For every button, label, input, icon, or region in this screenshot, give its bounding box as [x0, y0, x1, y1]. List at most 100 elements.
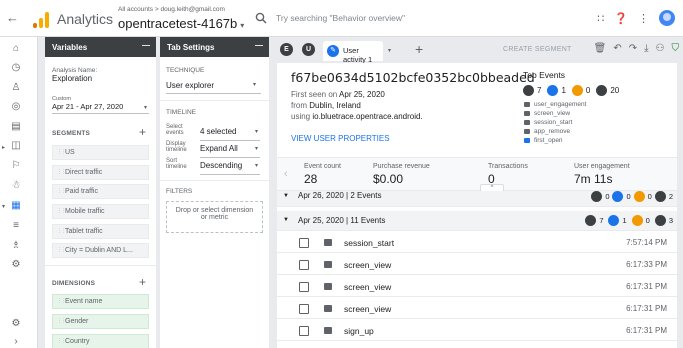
- conversions-icon[interactable]: ◫: [9, 139, 23, 153]
- apps-grid-icon[interactable]: ∷: [597, 12, 604, 25]
- select-events-value[interactable]: 4 selected ▾: [200, 127, 260, 141]
- flag-icon[interactable]: ⚐: [9, 159, 23, 173]
- group-row[interactable]: ▼ Apr 25, 2020 | 11 Events 7 1 0 3: [277, 211, 677, 231]
- event-name: screen_view: [344, 304, 392, 314]
- tab-user-activity[interactable]: ✎ User activity 1 ▾: [323, 41, 391, 64]
- dimension-chip[interactable]: Event name: [52, 294, 149, 309]
- expand-triangle-icon[interactable]: ▼: [283, 217, 289, 223]
- more-vert-icon[interactable]: ⋮: [638, 12, 649, 25]
- group-row[interactable]: ▼ Apr 26, 2020 | 2 Events 0 0 0 2: [277, 191, 677, 207]
- warning-icon: [631, 215, 643, 226]
- event-name: session_start: [344, 238, 395, 248]
- date-range-selector[interactable]: Custom Apr 21 - Apr 27, 2020 ▾: [52, 96, 149, 114]
- event-row[interactable]: session_start 7:57:14 PM: [277, 233, 677, 253]
- event-row[interactable]: screen_view 6:17:31 PM: [277, 277, 677, 297]
- people-icon[interactable]: ♗: [9, 239, 23, 253]
- property-name: opentracetest-4167b: [118, 16, 238, 31]
- user-info: First seen on Apr 25, 2020 from Dublin, …: [291, 89, 423, 122]
- event-row[interactable]: sign_up 6:17:31 PM: [277, 321, 677, 341]
- add-tab-button[interactable]: +: [415, 41, 423, 57]
- segment-e-badge[interactable]: E: [280, 43, 293, 56]
- count-screen: 20: [610, 86, 620, 95]
- segment-chip[interactable]: Direct traffic: [52, 165, 149, 180]
- list-icon[interactable]: ≡: [9, 219, 23, 233]
- help-icon[interactable]: ❓: [614, 12, 628, 25]
- metric-label: User engagement: [574, 163, 630, 170]
- share-icon[interactable]: ⚇: [656, 43, 665, 54]
- select-events-row[interactable]: Select events 4 selected ▾: [166, 124, 263, 141]
- download-icon[interactable]: ⤓: [644, 43, 648, 54]
- metrics-strip: ‹ Event count 28 Purchase revenue $0.00 Tr…: [277, 157, 677, 193]
- event-row[interactable]: screen_view 6:17:33 PM: [277, 255, 677, 275]
- avatar[interactable]: [659, 10, 675, 26]
- undo-icon[interactable]: ↶: [613, 43, 621, 54]
- configure-icon[interactable]: ⚙: [9, 258, 23, 272]
- realtime-clock-icon[interactable]: ◷: [9, 61, 23, 75]
- search-icon[interactable]: [255, 12, 267, 24]
- minimize-icon[interactable]: —: [142, 41, 150, 50]
- dimension-chip[interactable]: Country: [52, 334, 149, 348]
- property-selector[interactable]: opentracetest-4167b ▾: [118, 16, 244, 31]
- redo-icon[interactable]: ↷: [629, 43, 637, 54]
- chevron-down-icon[interactable]: ▾: [388, 47, 391, 54]
- display-timeline-row[interactable]: Display timeline Expand All ▾: [166, 141, 263, 158]
- analysis-name[interactable]: Analysis Name: Exploration: [52, 67, 97, 83]
- acquisition-icon[interactable]: ◎: [9, 100, 23, 114]
- row-checkbox[interactable]: [299, 304, 309, 314]
- group-counts: 7 1 0 3: [585, 215, 673, 226]
- event-time: 6:17:31 PM: [626, 282, 667, 291]
- expand-arrow-icon[interactable]: ▸: [2, 144, 5, 151]
- display-timeline-value[interactable]: Expand All ▾: [200, 144, 260, 158]
- segments-header: SEGMENTS: [52, 130, 91, 137]
- row-checkbox[interactable]: [299, 326, 309, 336]
- variables-title: Variables: [52, 43, 88, 52]
- settings-gear-icon[interactable]: ⚙: [9, 317, 23, 331]
- search-input[interactable]: Try searching "Behavior overview": [276, 13, 405, 23]
- segment-chip[interactable]: Paid traffic: [52, 184, 149, 199]
- chevron-down-icon: ▾: [254, 146, 258, 152]
- delete-icon[interactable]: 🗑: [594, 43, 607, 54]
- minimize-icon[interactable]: —: [255, 41, 263, 50]
- chevron-left-icon[interactable]: ‹: [284, 168, 288, 180]
- segment-chip[interactable]: Tablet traffic: [52, 224, 149, 239]
- row-checkbox[interactable]: [299, 238, 309, 248]
- account-breadcrumb[interactable]: All accounts > doug.leith@gmail.com: [118, 6, 225, 13]
- group-title: Apr 25, 2020 | 11 Events: [298, 216, 386, 225]
- sort-timeline-row[interactable]: Sort timeline Descending ▾: [166, 158, 263, 175]
- back-arrow-icon[interactable]: ←: [6, 10, 19, 25]
- behavior-icon[interactable]: ▤: [9, 120, 23, 134]
- expand-triangle-icon[interactable]: ▼: [283, 193, 289, 199]
- sort-timeline-text: Descending: [200, 161, 243, 170]
- technique-select[interactable]: User explorer ▾: [166, 78, 261, 94]
- row-checkbox[interactable]: [299, 260, 309, 270]
- segment-chip[interactable]: Mobile traffic: [52, 204, 149, 219]
- segment-u-badge[interactable]: U: [302, 43, 315, 56]
- analysis-icon[interactable]: ▦: [9, 199, 23, 213]
- display-timeline-label: Display timeline: [166, 141, 187, 153]
- add-dimension-button[interactable]: +: [139, 275, 146, 289]
- filters-dropzone[interactable]: Drop or select dimension or metric: [166, 201, 263, 233]
- timeline-label: TIMELINE: [166, 109, 196, 116]
- row-checkbox[interactable]: [299, 282, 309, 292]
- expand-arrow-icon[interactable]: ▾: [2, 203, 5, 210]
- flag-event-icon: [608, 215, 620, 226]
- segment-chip[interactable]: US: [52, 145, 149, 160]
- sort-timeline-value[interactable]: Descending ▾: [200, 161, 260, 175]
- event-row[interactable]: screen_view 6:17:31 PM: [277, 299, 677, 319]
- divider: [45, 265, 156, 266]
- debug-icon[interactable]: ☃: [9, 179, 23, 193]
- sort-timeline-label: Sort timeline: [166, 158, 187, 170]
- engagement-icon: [523, 85, 534, 96]
- dimension-chip[interactable]: Gender: [52, 314, 149, 329]
- audience-person-icon[interactable]: ♙: [9, 81, 23, 95]
- collapse-chevron-icon[interactable]: ›: [9, 335, 23, 348]
- user-app: io.bluetrace.opentrace.android.: [312, 112, 423, 121]
- view-user-properties-link[interactable]: VIEW USER PROPERTIES: [291, 134, 390, 143]
- user-id: f67be0634d5102bcfe0352bc0bbeaded: [291, 70, 535, 85]
- home-icon[interactable]: ⌂: [9, 42, 23, 56]
- segment-chip[interactable]: City = Dublin AND L...: [52, 243, 149, 258]
- create-segment-button[interactable]: CREATE SEGMENT: [503, 46, 572, 53]
- event-time: 6:17:31 PM: [626, 304, 667, 313]
- add-segment-button[interactable]: +: [139, 125, 146, 139]
- chevron-down-icon: ▾: [254, 129, 258, 135]
